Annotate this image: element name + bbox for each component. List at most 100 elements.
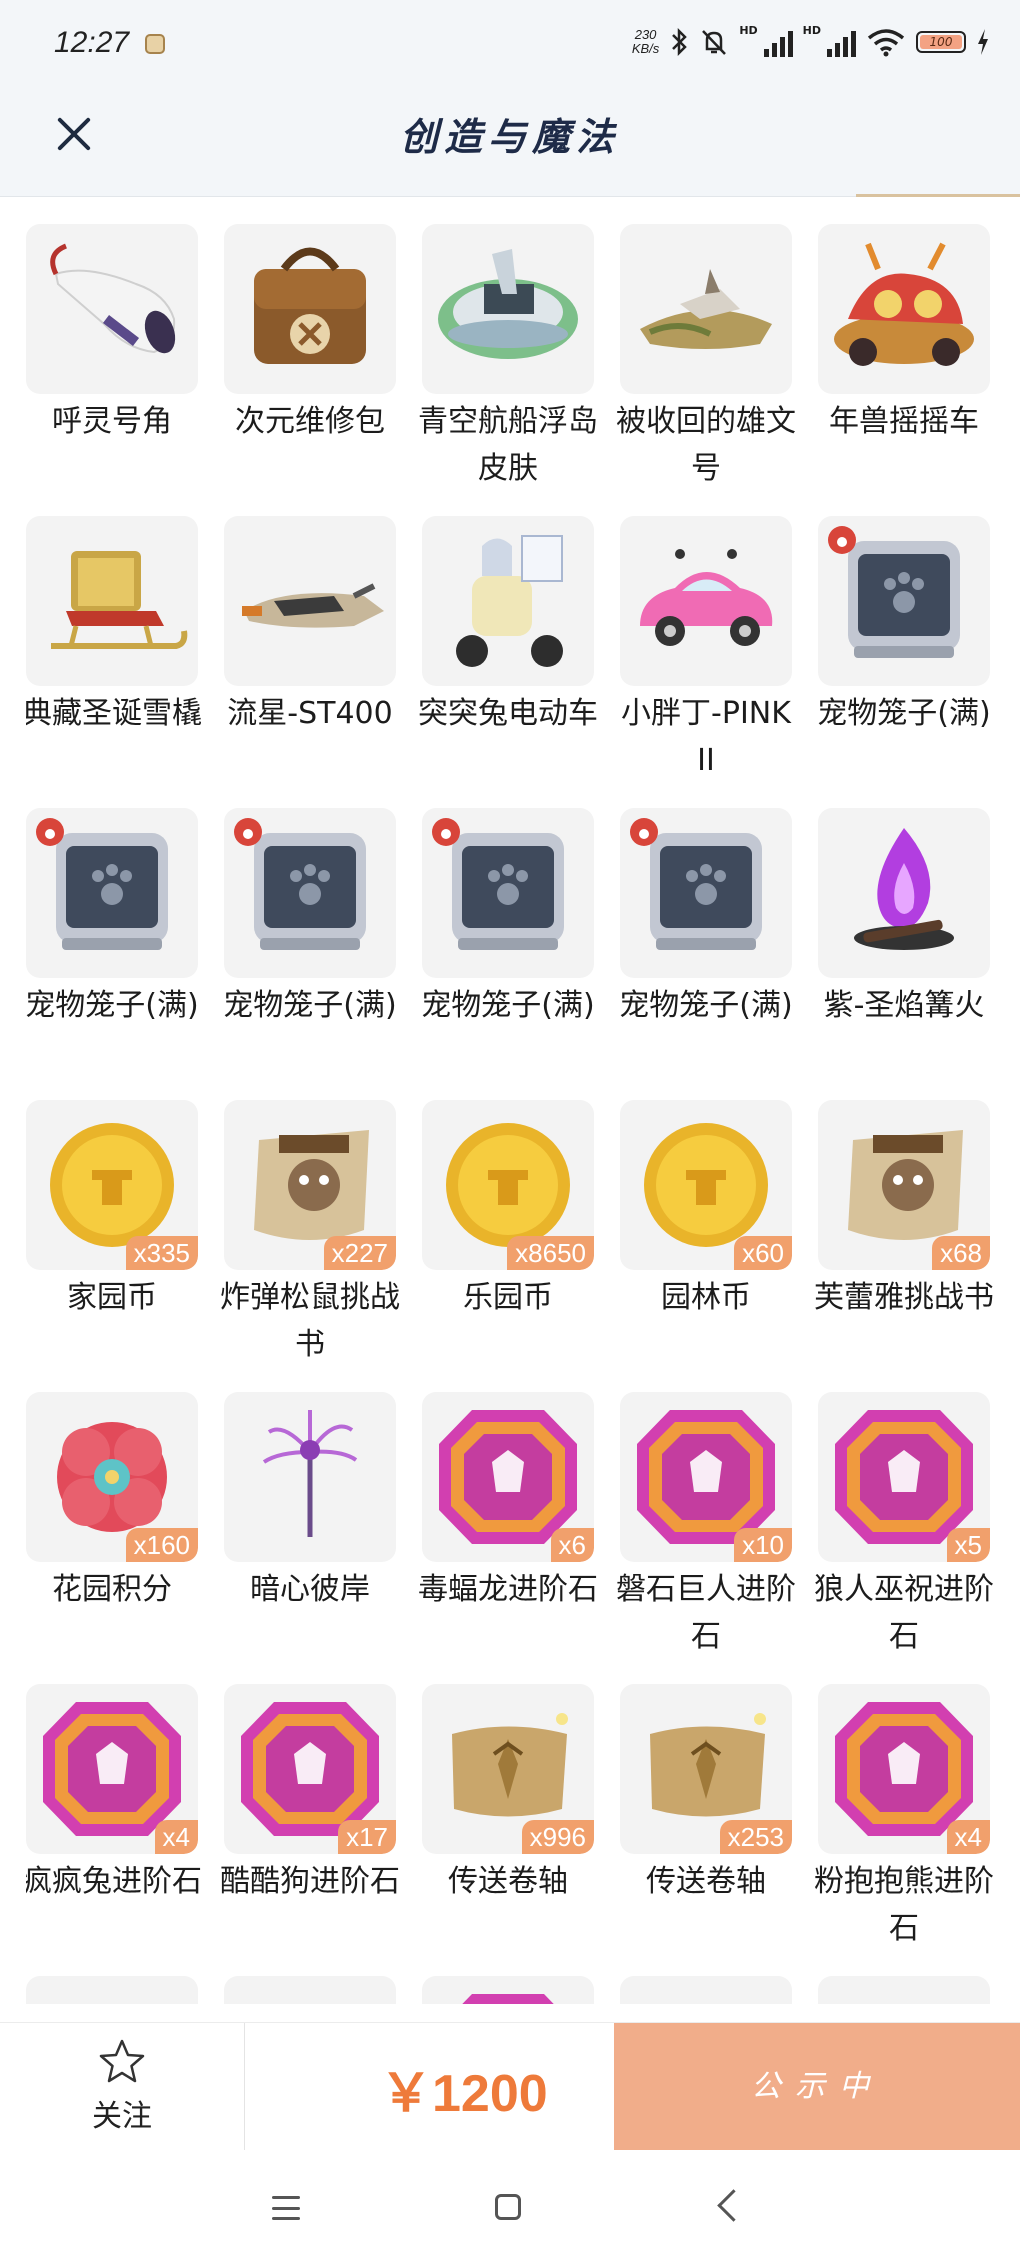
item-thumbnail <box>224 808 396 978</box>
item-card[interactable]: x17 酷酷狗进阶石 <box>220 1684 400 1905</box>
item-card[interactable]: 次元维修包 <box>224 224 398 445</box>
item-quantity-badge: x17 <box>338 1820 396 1854</box>
item-card[interactable]: 宠物笼子(满) <box>26 808 200 1029</box>
item-card[interactable]: 宠物笼子(满) <box>421 808 596 1029</box>
item-card[interactable]: x10 磐石巨人进阶石 <box>616 1392 796 1660</box>
item-card[interactable]: x335 家园币 <box>26 1100 200 1321</box>
item-thumbnail <box>26 1976 198 2004</box>
item-card[interactable]: 紫-圣焰篝火 <box>818 808 992 1029</box>
item-name: 传送卷轴 <box>448 1864 568 1899</box>
bottom-bar: 关注 ￥1200 公示中 <box>0 2022 1020 2151</box>
item-card[interactable]: 宠物笼子(满) <box>817 516 992 737</box>
item-card[interactable]: 被收回的雄文号 <box>616 224 796 492</box>
item-card[interactable]: 暗心彼岸 <box>224 1392 398 1613</box>
plant-icon <box>26 1976 198 2004</box>
item-quantity-badge: x6 <box>550 1528 594 1562</box>
bottom-divider <box>244 2023 245 2151</box>
charging-icon <box>978 29 988 55</box>
item-card[interactable]: 突突兔电动车 <box>418 516 598 737</box>
item-card[interactable] <box>422 1976 596 2004</box>
item-thumbnail <box>422 1976 594 2004</box>
item-card[interactable]: 宠物笼子(满) <box>223 808 398 1029</box>
item-name: 传送卷轴 <box>646 1864 766 1899</box>
item-name: 小胖丁-PINK II <box>621 696 791 778</box>
pet-cage-icon <box>432 818 564 950</box>
item-name: 疯疯兔进阶石 <box>26 1864 202 1899</box>
spider-lily-icon <box>262 1410 358 1537</box>
item-card[interactable]: x4 粉抱抱熊进阶石 <box>814 1684 994 1952</box>
item-quantity-badge: x5 <box>946 1528 990 1562</box>
item-name: 典藏圣诞雪橇 <box>26 696 202 731</box>
home-button[interactable] <box>495 2194 521 2220</box>
beast-cart-icon <box>834 242 974 366</box>
item-card[interactable]: x6 毒蝠龙进阶石 <box>418 1392 598 1613</box>
item-card[interactable]: 青空航船浮岛皮肤 <box>418 224 598 492</box>
item-card[interactable]: x8650 乐园币 <box>422 1100 596 1321</box>
item-card[interactable]: 呼灵号角 <box>26 224 200 445</box>
item-thumbnail <box>422 516 594 686</box>
item-name: 次元维修包 <box>235 404 385 439</box>
follow-button[interactable]: 关注 <box>62 2037 182 2135</box>
item-card[interactable]: x68 芙蕾雅挑战书 <box>814 1100 994 1321</box>
hd-label-1: HD <box>739 23 758 37</box>
item-quantity-badge: x60 <box>734 1236 792 1270</box>
item-card[interactable]: 流星-ST400 <box>224 516 398 737</box>
item-name: 磐石巨人进阶石 <box>616 1572 796 1654</box>
item-name: 暗心彼岸 <box>250 1572 370 1607</box>
item-card[interactable] <box>224 1976 398 2004</box>
item-name: 花园积分 <box>52 1572 172 1607</box>
back-button[interactable] <box>717 2189 750 2222</box>
follow-label: 关注 <box>92 2099 152 2134</box>
item-card[interactable] <box>620 1976 794 2004</box>
item-thumbnail <box>620 808 792 978</box>
item-quantity-badge: x68 <box>932 1236 990 1270</box>
item-card[interactable]: x253 传送卷轴 <box>620 1684 794 1905</box>
item-card[interactable]: x160 花园积分 <box>26 1392 200 1613</box>
item-thumbnail <box>26 808 198 978</box>
bluetooth-icon <box>672 27 688 57</box>
item-thumbnail <box>620 516 792 686</box>
item-card[interactable]: 宠物笼子(满) <box>619 808 794 1029</box>
item-name: 毒蝠龙进阶石 <box>418 1572 598 1607</box>
purple-bonfire-icon <box>854 828 954 950</box>
item-card[interactable]: x996 传送卷轴 <box>422 1684 596 1905</box>
item-name: 宠物笼子(满) <box>421 988 595 1023</box>
item-thumbnail: x6 <box>422 1392 594 1562</box>
item-thumbnail: x5 <box>818 1392 990 1562</box>
crystal-icon <box>818 1976 990 2004</box>
app-notification-icon <box>145 34 165 54</box>
item-card[interactable]: 小胖丁-PINK II <box>620 516 794 784</box>
item-thumbnail <box>224 1392 396 1562</box>
item-thumbnail: x17 <box>224 1684 396 1854</box>
item-thumbnail: x4 <box>818 1684 990 1854</box>
item-quantity-badge: x160 <box>125 1528 198 1562</box>
item-card[interactable]: 典藏圣诞雪橇 <box>26 516 202 737</box>
wifi-icon <box>867 29 905 57</box>
item-card[interactable]: x227 炸弹松鼠挑战书 <box>220 1100 400 1368</box>
item-card[interactable]: x5 狼人巫祝进阶石 <box>814 1392 994 1660</box>
pet-cage-icon <box>630 818 762 950</box>
evolve-gem-icon <box>462 1994 554 2004</box>
item-quantity-badge: x996 <box>521 1820 594 1854</box>
header-accent-line <box>856 194 1020 197</box>
item-card[interactable]: 年兽摇摇车 <box>818 224 992 445</box>
recent-apps-button[interactable] <box>272 2196 300 2220</box>
item-thumbnail: x68 <box>818 1100 990 1270</box>
item-card[interactable] <box>26 1976 200 2004</box>
item-thumbnail <box>620 224 792 394</box>
item-card[interactable] <box>818 1976 992 2004</box>
item-thumbnail: x253 <box>620 1684 792 1854</box>
item-card[interactable]: x4 疯疯兔进阶石 <box>26 1684 202 1905</box>
pet-cage-icon <box>828 526 960 658</box>
item-thumbnail <box>818 224 990 394</box>
item-quantity-badge: x8650 <box>507 1236 594 1270</box>
item-name: 炸弹松鼠挑战书 <box>220 1280 400 1362</box>
publicity-status-button[interactable]: 公示中 <box>614 2023 1020 2151</box>
item-thumbnail: x8650 <box>422 1100 594 1270</box>
blank-icon <box>620 1976 792 2004</box>
scooter-icon <box>456 535 563 667</box>
repair-bag-icon <box>254 247 366 364</box>
ship-wreck-icon <box>640 269 772 349</box>
item-quantity-badge: x4 <box>154 1820 198 1854</box>
item-card[interactable]: x60 园林币 <box>620 1100 794 1321</box>
